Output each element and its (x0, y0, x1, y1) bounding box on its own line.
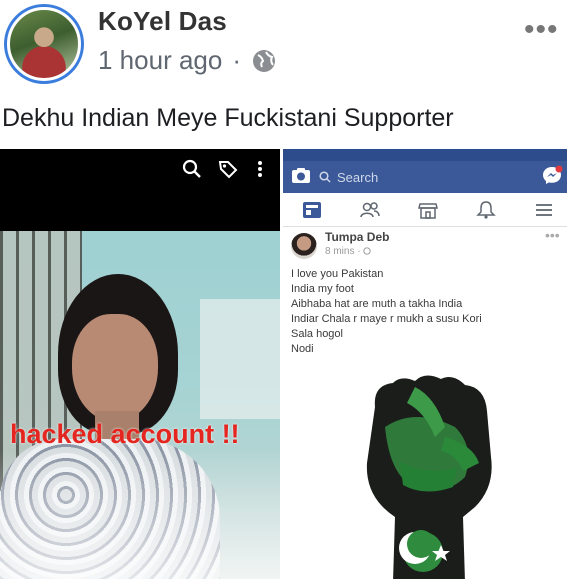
background-window (200, 299, 280, 419)
photo-fade (0, 449, 280, 579)
search-placeholder: Search (337, 169, 379, 185)
inner-author-avatar[interactable] (291, 233, 317, 259)
post-options-icon[interactable]: ••• (524, 15, 559, 45)
post-caption: Dekhu Indian Meye Fuckistani Supporter (2, 104, 454, 132)
globe-icon[interactable] (251, 48, 277, 74)
camera-icon[interactable] (291, 166, 311, 186)
phone-status-bar (283, 149, 567, 161)
photo-viewer-bar (0, 149, 280, 231)
messenger-icon[interactable] (541, 164, 563, 186)
inner-author-name[interactable]: Tumpa Deb (325, 230, 389, 244)
marketplace-tab-icon[interactable] (417, 200, 439, 220)
inner-post-line: I love you Pakistan (291, 268, 384, 280)
menu-tab-icon[interactable] (533, 200, 555, 220)
search-icon[interactable] (182, 159, 202, 179)
inner-post: Tumpa Deb 8 mins · ••• I love you Pakist… (283, 227, 567, 579)
inner-post-line: Aibhaba hat are muth a takha India (291, 298, 463, 310)
search-icon (319, 171, 331, 183)
inner-post-line: Nodi (291, 343, 314, 355)
inner-post-meta: 8 mins · (325, 246, 372, 257)
globe-icon (363, 247, 372, 255)
tag-icon[interactable] (218, 159, 238, 179)
inner-post-line: India my foot (291, 283, 354, 295)
post-meta: 1 hour ago · (98, 45, 277, 76)
facebook-tab-bar (283, 193, 567, 227)
kebab-menu-icon[interactable] (256, 159, 264, 179)
news-feed-tab-icon[interactable] (301, 200, 323, 220)
facebook-app-screenshot: Search Tumpa Deb 8 mins · ••• I love you… (283, 149, 567, 579)
inner-post-line: Indiar Chala r maye r mukh a susu Kori (291, 313, 482, 325)
inner-post-timestamp[interactable]: 8 mins · (325, 246, 363, 257)
pakistan-fist-image (366, 375, 492, 579)
person-face (72, 314, 158, 422)
post-timestamp[interactable]: 1 hour ago (98, 45, 222, 76)
search-bar[interactable]: Search (319, 165, 539, 189)
selfie-photo: hacked account !! (0, 149, 280, 579)
inner-post-options-icon[interactable]: ••• (545, 227, 560, 243)
inner-post-line: Sala hogol (291, 328, 343, 340)
author-name[interactable]: KoYel Das (98, 6, 227, 37)
hacked-account-label: hacked account !! (10, 419, 240, 449)
post-media[interactable]: hacked account !! Search Tumpa Deb 8 min… (0, 149, 567, 579)
inner-post-text: I love you Pakistan India my foot Aibhab… (291, 267, 482, 357)
post-header: KoYel Das 1 hour ago · ••• (0, 0, 567, 100)
author-avatar[interactable] (4, 4, 84, 84)
meta-separator: · (232, 45, 241, 75)
avatar-photo (7, 7, 81, 81)
notifications-tab-icon[interactable] (475, 200, 497, 220)
friends-tab-icon[interactable] (359, 200, 381, 220)
